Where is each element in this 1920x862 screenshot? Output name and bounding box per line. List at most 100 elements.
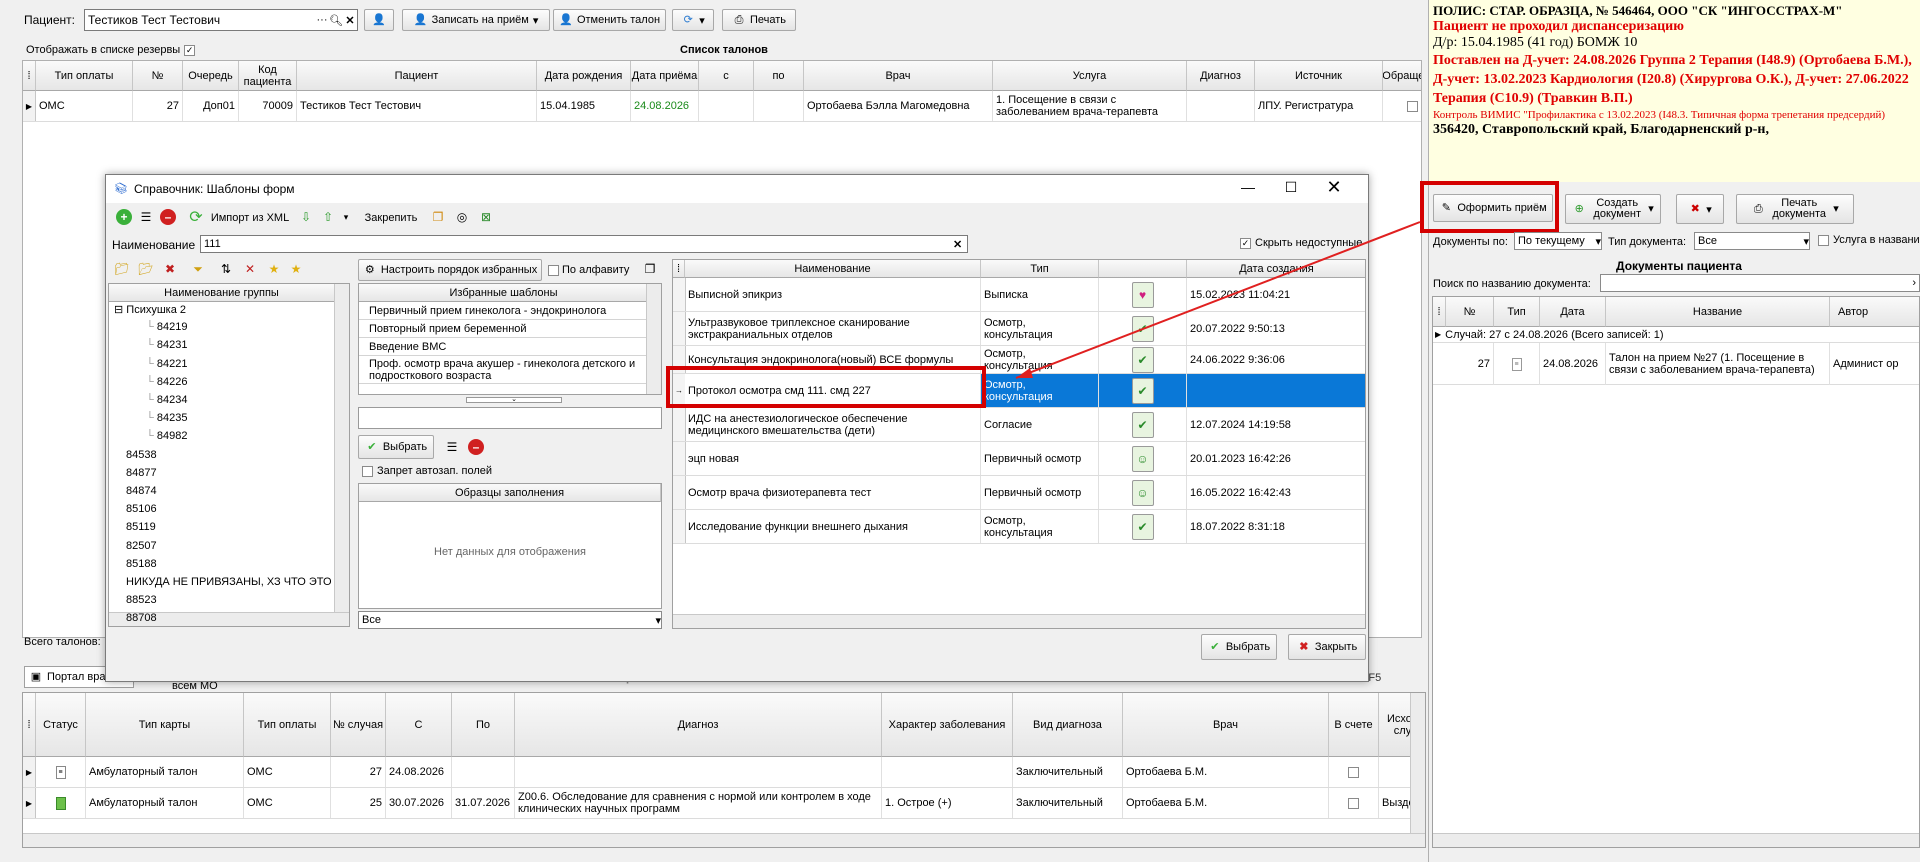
cell-appeal[interactable] [1383,91,1421,121]
import-xml-button[interactable]: Импорт из XML [208,207,292,229]
tree-item[interactable]: 84874 [126,485,157,497]
service-filter-checkbox[interactable] [1818,234,1829,246]
edit-list-icon[interactable]: ☰ [136,207,156,227]
download-icon[interactable]: ⇩ [296,207,316,227]
fav-select-button[interactable]: ✔ Выбрать [358,435,434,459]
favorite-item[interactable]: Первичный прием гинеколога - эндокриноло… [359,302,649,320]
favorite-item[interactable]: Проф. осмотр врача акушер - гинеколога д… [359,356,649,384]
edit-folder-icon[interactable]: 📂︎ [136,259,156,279]
history-header-to[interactable]: По [452,693,515,757]
search-icon[interactable]: 🔍︎ [329,14,343,27]
tickets-header-from[interactable]: с [699,61,754,91]
tree-item[interactable]: 84877 [126,467,157,479]
tree-item[interactable]: └ 84221 [146,358,187,370]
history-vscroll[interactable] [1410,693,1425,833]
refresh-icon[interactable]: ⟳ [186,207,206,227]
splitter-handle[interactable]: ⌄ [466,396,562,403]
order-favorites-button[interactable]: ⚙ Настроить порядок избранных [358,259,542,281]
maximize-button[interactable]: ☐ [1281,179,1301,199]
table-row[interactable]: ▶ ≡ Амбулаторный талон ОМС 27 24.08.2026… [23,757,1425,788]
tickets-header-payment[interactable]: Тип оплаты [36,61,133,91]
expand-icon[interactable]: ▶ [1435,330,1441,339]
print-button[interactable]: ⎙ Печать [722,9,796,31]
patient-field[interactable]: Тестиков Тест Тестович ··· 🔍︎ ✕ [84,9,358,31]
alpha-toggle[interactable]: По алфавиту [548,264,629,276]
chevron-down-icon[interactable]: ▾ [336,207,356,227]
cell-bill[interactable] [1329,757,1379,787]
tree-item[interactable]: 85106 [126,503,157,515]
favorite-item[interactable]: Введение ВМС [359,338,649,356]
delete-document-button[interactable]: ✖ ▾ [1676,194,1724,224]
tickets-header-doctor[interactable]: Врач [804,61,993,91]
templates-header-type[interactable]: Тип [981,260,1099,278]
cancel-ticket-button[interactable]: 👤 Отменить талон [553,9,666,31]
history-header-from[interactable]: С [386,693,452,757]
doc-search-input[interactable]: › [1600,274,1920,292]
template-row[interactable]: Осмотр врача физиотерапевта тест Первичны… [673,476,1365,510]
name-filter-input[interactable]: 111 ✕ [200,235,968,253]
appeal-checkbox[interactable] [1407,100,1418,112]
doc-type-select[interactable]: Все ▾ [1694,232,1810,250]
window-icon[interactable]: ❐ [640,259,660,279]
hide-unavailable-checkbox[interactable]: ✓ [1240,237,1251,249]
tickets-header-num[interactable]: № [133,61,183,91]
history-header-nature[interactable]: Характер заболевания [882,693,1013,757]
no-autofill-checkbox[interactable] [362,465,373,477]
table-row[interactable]: 27 ≡ 24.08.2026 Талон на прием №27 (1. П… [1433,343,1919,385]
tree-item[interactable]: 85188 [126,558,157,570]
tickets-header-birth[interactable]: Дата рождения [537,61,631,91]
hide-unavailable-toggle[interactable]: ✓ Скрыть недоступные [1240,237,1362,249]
no-autofill-toggle[interactable]: Запрет автозап. полей [362,465,492,477]
add-star-icon[interactable]: ★ [264,259,284,279]
tickets-header-queue[interactable]: Очередь [183,61,239,91]
tree-item[interactable]: └ 84226 [146,376,187,388]
star-down-icon[interactable]: ★ [286,259,306,279]
delete-folder-icon[interactable]: ✖ [160,259,180,279]
favorites-header[interactable]: Избранные шаблоны [359,284,649,302]
history-header-bill[interactable]: В счете [1329,693,1379,757]
template-row[interactable]: ИДС на анестезиологическое обеспечение м… [673,408,1365,442]
tickets-header-to[interactable]: по [754,61,804,91]
remove-filter-icon[interactable]: ✕ [240,259,260,279]
tree-item[interactable]: 82507 [126,540,157,552]
add-folder-icon[interactable]: 📁︎ [112,259,132,279]
pin-button[interactable]: Закрепить [358,207,424,229]
samples-header[interactable]: Образцы заполнения [359,484,661,502]
history-header-status[interactable]: Статус [36,693,86,757]
templates-header-icon[interactable] [1099,260,1187,278]
group-header[interactable]: Наименование группы [109,284,335,302]
minimize-button[interactable]: — [1238,179,1258,199]
reserves-checkbox[interactable]: ✓ [184,44,196,56]
edit-list-icon[interactable]: ☰ [442,437,462,457]
history-header-case[interactable]: № случая [331,693,386,757]
tree-item[interactable]: └ 84219 [146,321,187,333]
remove-icon[interactable]: – [466,437,486,457]
fav-search-input[interactable] [358,407,662,429]
bill-checkbox[interactable] [1348,797,1359,809]
history-header-kind[interactable]: Вид диагноза [1013,693,1123,757]
tree-item[interactable]: └ 84231 [146,339,187,351]
template-row[interactable]: Исследование функции внешнего дыхания Осм… [673,510,1365,544]
docs-header-type[interactable]: Тип [1494,297,1540,327]
tickets-header-code[interactable]: Код пациента [239,61,297,91]
close-icon[interactable]: ✕ [343,14,357,27]
service-filter[interactable]: Услуга в названи [1818,234,1920,246]
tree-vscroll[interactable] [334,284,349,612]
filter-icon[interactable]: ⏷ [188,259,208,279]
tickets-header-patient[interactable]: Пациент [297,61,537,91]
table-row[interactable]: ▶ Амбулаторный талон ОМС 25 30.07.2026 3… [23,788,1425,819]
tree-item[interactable]: └ 84235 [146,412,187,424]
cell-bill[interactable] [1329,788,1379,818]
case-group-row[interactable]: ▶ Случай: 27 с 24.08.2026 (Всего записей… [1433,327,1919,343]
close-window-button[interactable]: ✕ [1324,177,1344,197]
docs-header-num[interactable]: № [1446,297,1494,327]
tree-item[interactable]: НИКУДА НЕ ПРИВЯЗАНЫ, ХЗ ЧТО ЭТО [126,576,332,588]
history-header-doctor[interactable]: Врач [1123,693,1329,757]
upload-icon[interactable]: ⇧ [318,207,338,227]
history-hscroll[interactable] [23,833,1425,847]
reserves-toggle[interactable]: Отображать в списке резервы ✓ [26,44,196,56]
favorites-vscroll[interactable] [646,284,661,394]
templates-header-date[interactable]: Дата создания [1187,260,1365,278]
collapse-icon[interactable]: ⊟ [114,304,126,316]
tickets-header-service[interactable]: Услуга [993,61,1187,91]
